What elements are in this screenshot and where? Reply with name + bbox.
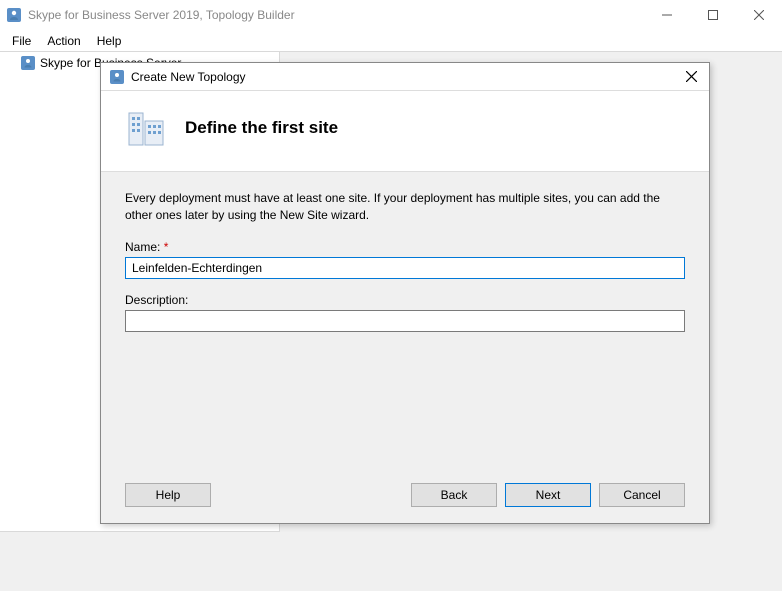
dialog-close-button[interactable] — [681, 69, 701, 85]
close-icon — [754, 10, 764, 20]
dialog-footer: Help Back Next Cancel — [101, 473, 709, 523]
description-input[interactable] — [125, 310, 685, 332]
required-mark: * — [164, 240, 169, 254]
menu-action[interactable]: Action — [39, 32, 88, 50]
menu-file[interactable]: File — [4, 32, 39, 50]
dialog-icon — [109, 69, 125, 85]
minimize-icon — [662, 10, 672, 20]
dialog-titlebar: Create New Topology — [101, 63, 709, 91]
menu-help[interactable]: Help — [89, 32, 130, 50]
name-input[interactable] — [125, 257, 685, 279]
close-button[interactable] — [736, 0, 782, 30]
next-button[interactable]: Next — [505, 483, 591, 507]
dialog-body: Every deployment must have at least one … — [101, 172, 709, 473]
name-label-text: Name: — [125, 240, 160, 254]
help-button[interactable]: Help — [125, 483, 211, 507]
maximize-button[interactable] — [690, 0, 736, 30]
app-icon — [6, 7, 22, 23]
description-label: Description: — [125, 293, 685, 307]
description-field-block: Description: — [125, 293, 685, 332]
dialog-heading: Define the first site — [185, 118, 338, 138]
cancel-button[interactable]: Cancel — [599, 483, 685, 507]
maximize-icon — [708, 10, 718, 20]
close-icon — [686, 71, 697, 82]
main-window-title: Skype for Business Server 2019, Topology… — [28, 8, 644, 22]
tree-node-icon — [20, 55, 36, 71]
name-field-block: Name: * — [125, 240, 685, 279]
dialog-title: Create New Topology — [131, 70, 681, 84]
back-button[interactable]: Back — [411, 483, 497, 507]
dialog-header: Define the first site — [101, 91, 709, 172]
building-icon — [125, 107, 167, 149]
create-topology-dialog: Create New Topology Define the first sit… — [100, 62, 710, 524]
window-controls — [644, 0, 782, 30]
name-label: Name: * — [125, 240, 685, 254]
main-window-titlebar: Skype for Business Server 2019, Topology… — [0, 0, 782, 30]
minimize-button[interactable] — [644, 0, 690, 30]
dialog-instructions: Every deployment must have at least one … — [125, 190, 685, 224]
menu-bar: File Action Help — [0, 30, 782, 52]
